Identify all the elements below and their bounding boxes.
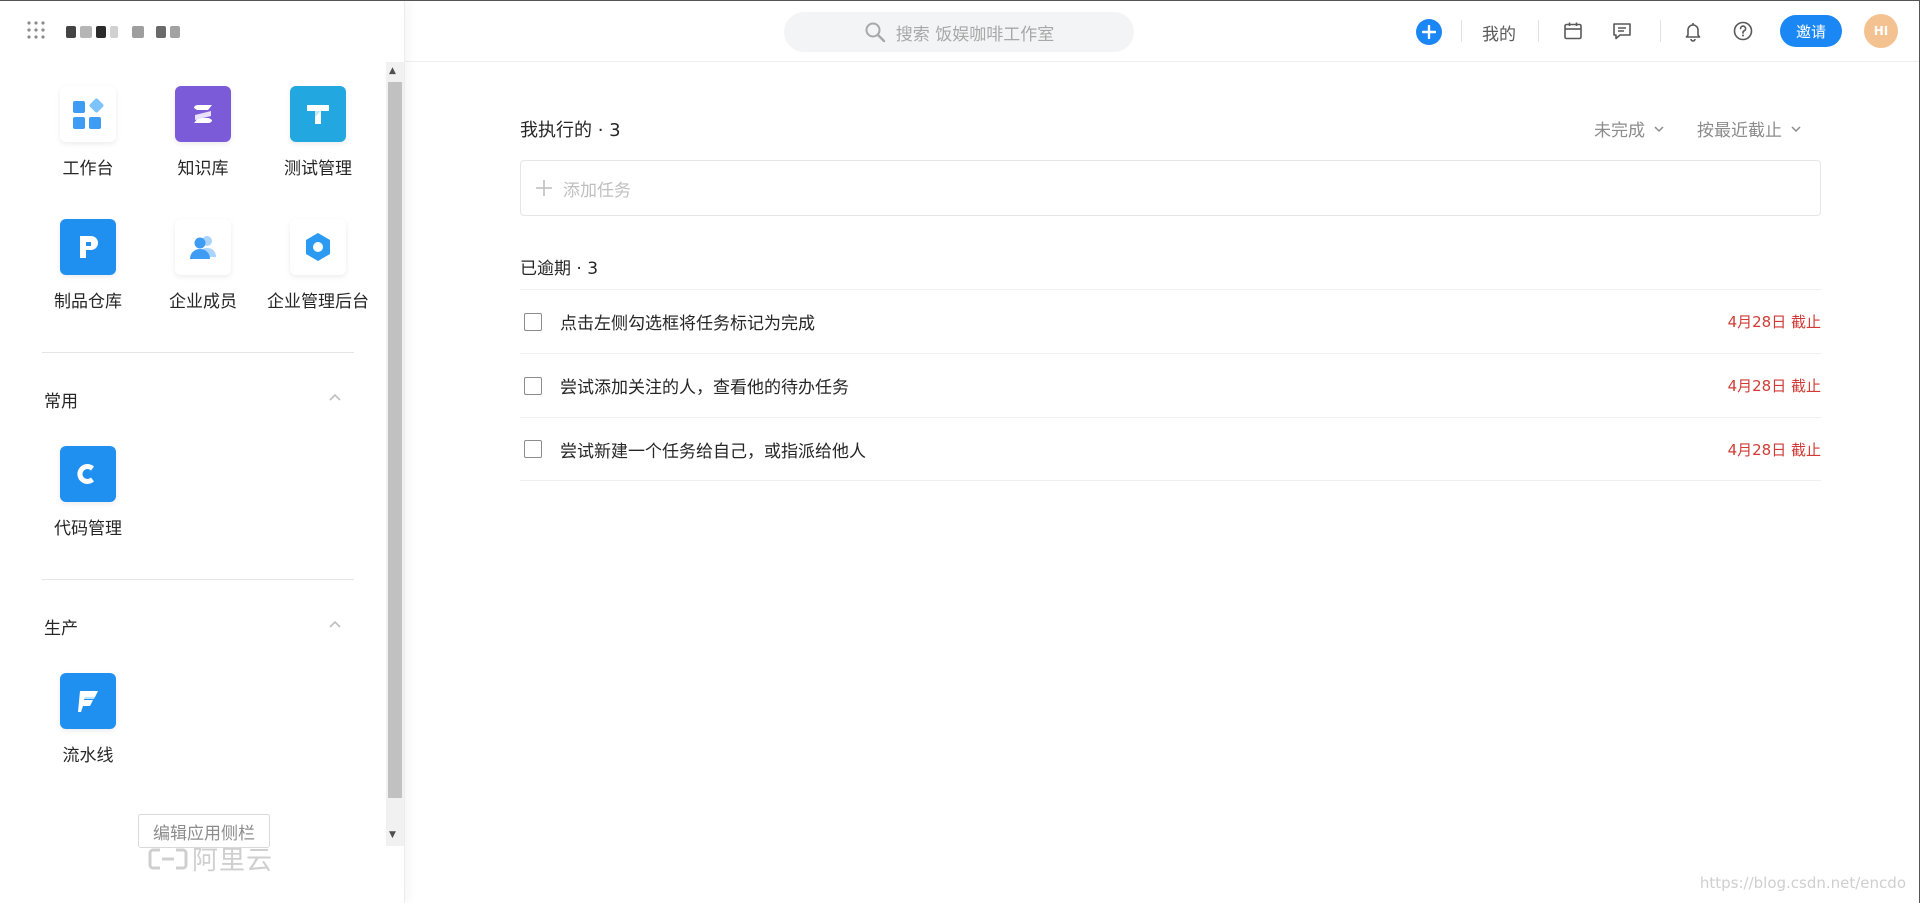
- search-placeholder: 搜索 饭娱咖啡工作室: [895, 24, 1055, 45]
- bell-icon[interactable]: [1680, 18, 1706, 44]
- add-task-placeholder: 添加任务: [563, 180, 631, 201]
- task-list: 点击左侧勾选框将任务标记为完成 4月28日 截止 尝试添加关注的人，查看他的待办…: [520, 289, 1821, 481]
- toolbar-divider: [1461, 20, 1462, 42]
- status-filter-label: 未完成: [1594, 121, 1645, 141]
- calendar-icon[interactable]: [1560, 18, 1586, 44]
- app-grid-icon[interactable]: [26, 20, 46, 44]
- scroll-down-arrow-icon[interactable]: ▼: [389, 830, 396, 840]
- chevron-up-icon[interactable]: [328, 390, 342, 409]
- knowledge-base-icon: [175, 86, 231, 142]
- task-title[interactable]: 尝试新建一个任务给自己，或指派给他人: [560, 437, 866, 462]
- app-tile-knowledge-base[interactable]: 知识库: [148, 86, 258, 179]
- aliyun-logo-icon: [148, 848, 188, 869]
- search-bar[interactable]: 搜索 饭娱咖啡工作室: [784, 12, 1134, 52]
- sidebar-header: [26, 20, 184, 44]
- sidebar-scrollbar-thumb[interactable]: [388, 82, 402, 798]
- app-tile-label: 代码管理: [54, 519, 122, 539]
- task-due-date: 4月28日 截止: [1727, 440, 1821, 459]
- task-checkbox[interactable]: [524, 376, 542, 395]
- app-tile-members[interactable]: 企业成员: [148, 219, 258, 312]
- sidebar-divider: [42, 352, 354, 353]
- scroll-up-arrow-icon[interactable]: ▲: [389, 66, 396, 76]
- toolbar-divider: [1660, 20, 1661, 42]
- section-title-common: 常用: [44, 392, 78, 412]
- members-icon: [175, 219, 231, 275]
- sort-filter-dropdown[interactable]: 按最近截止: [1697, 116, 1802, 141]
- app-tile-label: 测试管理: [284, 159, 352, 179]
- app-tile-label: 企业管理后台: [267, 292, 369, 312]
- app-tile-label: 工作台: [62, 159, 114, 179]
- toolbar-divider: [1538, 20, 1539, 42]
- task-due-date: 4月28日 截止: [1727, 377, 1821, 395]
- app-tile-label: 知识库: [177, 159, 229, 179]
- message-icon[interactable]: [1609, 18, 1635, 44]
- test-management-icon: [290, 86, 346, 142]
- invite-button[interactable]: 邀请: [1780, 15, 1842, 47]
- table-row[interactable]: 点击左侧勾选框将任务标记为完成 4月28日 截止: [520, 289, 1821, 353]
- chevron-down-icon: [1653, 123, 1665, 135]
- add-task-input[interactable]: 添加任务: [520, 160, 1821, 216]
- task-checkbox[interactable]: [524, 440, 542, 458]
- sort-filter-label: 按最近截止: [1697, 121, 1782, 141]
- app-tile-test-management[interactable]: 测试管理: [263, 86, 373, 179]
- app-tile-admin-console[interactable]: 企业管理后台: [263, 219, 373, 312]
- table-row[interactable]: 尝试添加关注的人，查看他的待办任务 4月28日 截止: [520, 353, 1821, 417]
- app-tile-label: 企业成员: [169, 292, 237, 312]
- window-frame-top: [0, 0, 1920, 1]
- search-icon: [864, 21, 886, 43]
- task-due-date: 4月28日 截止: [1727, 313, 1821, 331]
- code-management-icon: [60, 446, 116, 502]
- admin-console-icon: [290, 219, 346, 275]
- page-title: 我执行的 · 3: [520, 120, 621, 141]
- app-tile-label: 制品仓库: [54, 292, 122, 312]
- plus-icon: [535, 179, 553, 197]
- app-sidebar: 工作台 知识库 测试管理 制品仓库 企业成员 企业管理后台 常用 代码管理 生产…: [0, 0, 405, 903]
- app-tile-pipeline[interactable]: 流水线: [33, 673, 143, 766]
- task-title[interactable]: 尝试添加关注的人，查看他的待办任务: [560, 373, 849, 398]
- aliyun-watermark-text: 阿里云: [192, 846, 274, 876]
- app-tile-label: 流水线: [62, 746, 114, 766]
- avatar[interactable]: HI: [1864, 14, 1898, 48]
- help-icon[interactable]: [1730, 18, 1756, 44]
- create-plus-button[interactable]: [1416, 19, 1442, 45]
- app-tile-code-management[interactable]: 代码管理: [33, 446, 143, 539]
- artifact-repository-icon: [60, 219, 116, 275]
- sidebar-divider: [42, 579, 354, 580]
- section-title-production: 生产: [44, 619, 78, 639]
- plus-icon: [1422, 25, 1436, 39]
- pipeline-icon: [60, 673, 116, 729]
- chevron-down-icon: [1790, 123, 1802, 135]
- org-name-redacted[interactable]: [66, 26, 184, 38]
- overdue-group-title: 已逾期 · 3: [520, 259, 599, 279]
- chevron-up-icon[interactable]: [328, 617, 342, 636]
- task-checkbox[interactable]: [524, 312, 542, 331]
- app-tile-artifact-repository[interactable]: 制品仓库: [33, 219, 143, 312]
- blog-watermark: https://blog.csdn.net/encdo: [1699, 874, 1906, 892]
- app-tile-workbench[interactable]: 工作台: [33, 86, 143, 179]
- mine-link[interactable]: 我的: [1482, 20, 1516, 45]
- status-filter-dropdown[interactable]: 未完成: [1594, 116, 1665, 141]
- task-title[interactable]: 点击左侧勾选框将任务标记为完成: [560, 309, 815, 334]
- aliyun-watermark: 阿里云: [148, 840, 273, 877]
- table-row[interactable]: 尝试新建一个任务给自己，或指派给他人 4月28日 截止: [520, 417, 1821, 481]
- workbench-icon: [60, 86, 116, 142]
